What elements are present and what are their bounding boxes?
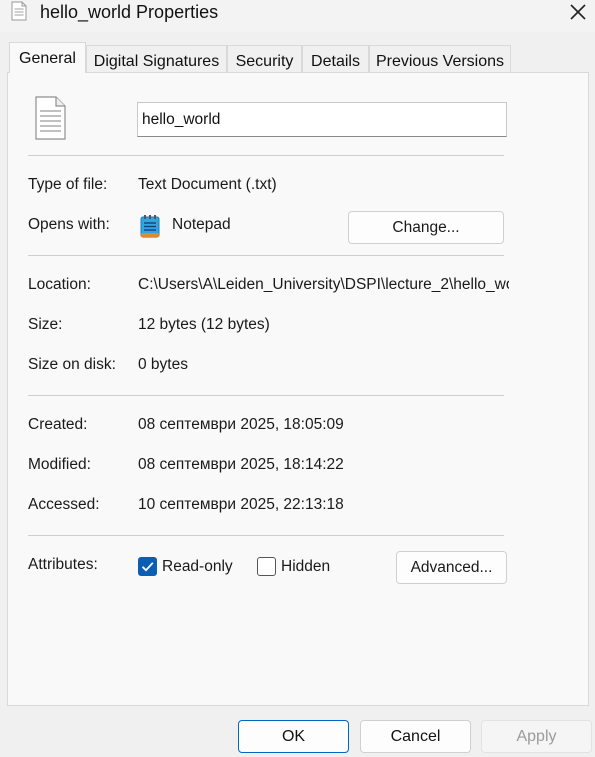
text-file-icon: [11, 1, 27, 21]
file-name-input[interactable]: [137, 102, 507, 137]
size-label: Size:: [28, 316, 63, 333]
read-only-checkbox[interactable]: [138, 557, 157, 576]
ok-button[interactable]: OK: [238, 720, 349, 753]
read-only-label: Read-only: [162, 558, 233, 575]
location-label: Location:: [28, 276, 91, 293]
modified-value: 08 септември 2025, 18:14:22: [138, 456, 344, 473]
size-on-disk-value: 0 bytes: [138, 356, 188, 373]
close-button[interactable]: [560, 0, 595, 24]
title-bar: hello_world Properties: [0, 0, 595, 32]
separator: [28, 535, 504, 536]
created-label: Created:: [28, 416, 88, 433]
hidden-label: Hidden: [281, 558, 331, 575]
tab-details[interactable]: Details: [302, 45, 369, 72]
check-icon: [141, 562, 154, 572]
location-value: C:\Users\A\Leiden_University\DSPI\lectur…: [138, 276, 509, 293]
tab-general[interactable]: General: [9, 42, 86, 73]
apply-button[interactable]: Apply: [481, 720, 592, 753]
close-icon: [569, 4, 586, 20]
accessed-label: Accessed:: [28, 496, 100, 513]
change-button[interactable]: Change...: [348, 211, 504, 244]
opens-with-label: Opens with:: [28, 216, 110, 233]
size-on-disk-label: Size on disk:: [28, 356, 116, 373]
separator: [28, 255, 504, 256]
window-title: hello_world Properties: [40, 2, 219, 22]
notepad-icon: [140, 215, 160, 238]
advanced-button[interactable]: Advanced...: [396, 551, 507, 584]
tab-previous-versions[interactable]: Previous Versions: [369, 45, 511, 72]
opens-with-value: Notepad: [172, 216, 231, 233]
tab-digital-signatures[interactable]: Digital Signatures: [86, 45, 227, 72]
general-panel: [7, 72, 589, 706]
tab-security[interactable]: Security: [227, 45, 302, 72]
type-of-file-value: Text Document (.txt): [138, 176, 277, 193]
attributes-label: Attributes:: [28, 556, 98, 573]
type-of-file-label: Type of file:: [28, 176, 108, 193]
cancel-button[interactable]: Cancel: [360, 720, 471, 753]
hidden-checkbox[interactable]: [257, 557, 276, 576]
text-file-icon: [35, 96, 66, 140]
separator: [28, 395, 504, 396]
accessed-value: 10 септември 2025, 22:13:18: [138, 496, 344, 513]
created-value: 08 септември 2025, 18:05:09: [138, 416, 344, 433]
modified-label: Modified:: [28, 456, 91, 473]
size-value: 12 bytes (12 bytes): [138, 316, 270, 333]
separator: [28, 155, 504, 156]
